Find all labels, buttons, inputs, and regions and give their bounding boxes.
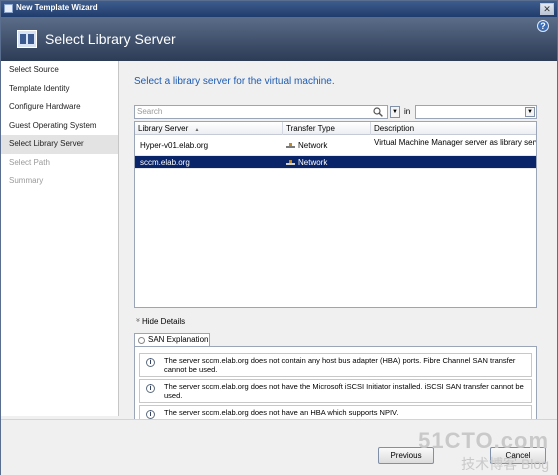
message-text: The server sccm.elab.org does not have t… — [164, 382, 524, 400]
message-text: The server sccm.elab.org does not contai… — [164, 356, 516, 374]
server-name-cell: sccm.elab.org — [140, 158, 190, 167]
sort-ascending-icon: ▲ — [194, 127, 200, 133]
column-header-library-server[interactable]: Library Server ▲ — [135, 122, 283, 135]
search-icon[interactable] — [373, 107, 383, 117]
library-server-icon — [17, 30, 37, 48]
app-icon — [4, 4, 13, 13]
search-options-dropdown[interactable]: ▼ — [390, 106, 400, 118]
sidebar-item-select-source[interactable]: Select Source — [1, 61, 118, 80]
column-header-transfer-type[interactable]: Transfer Type — [283, 122, 371, 135]
page-title: Select Library Server — [45, 31, 176, 47]
search-in-label: in — [404, 107, 411, 116]
info-icon: i — [146, 358, 155, 367]
wizard-steps-sidebar: Select Source Template Identity Configur… — [1, 61, 119, 416]
list-item: i The server sccm.elab.org does not have… — [139, 379, 532, 403]
message-text: The server sccm.elab.org does not have a… — [164, 408, 399, 417]
info-icon — [138, 337, 145, 344]
wizard-footer: Previous Cancel 51CTO.com 技术博客 Blog — [1, 419, 557, 475]
transfer-type-cell: Network — [283, 135, 371, 156]
wizard-header: Select Library Server ? — [1, 17, 557, 61]
search-placeholder: Search — [137, 107, 163, 116]
watermark-tagline: 技术博客 Blog — [461, 456, 549, 472]
collapse-chevron-icon[interactable]: » — [134, 318, 141, 324]
window-title: New Template Wizard — [16, 3, 98, 12]
wizard-window: New Template Wizard ✕ Select Library Ser… — [0, 0, 558, 475]
sidebar-item-configure-hardware[interactable]: Configure Hardware — [1, 98, 118, 117]
column-header-description[interactable]: Description — [371, 122, 536, 135]
info-icon: i — [146, 410, 155, 419]
search-scope-select[interactable]: ▼ — [415, 105, 537, 119]
transfer-type-cell: Network — [283, 156, 371, 169]
network-icon — [286, 143, 295, 149]
sidebar-item-guest-operating-system[interactable]: Guest Operating System — [1, 117, 118, 136]
library-server-table: Library Server ▲ Transfer Type Descripti… — [134, 121, 537, 308]
table-row-selected[interactable]: sccm.elab.org Network — [135, 156, 536, 169]
table-header: Library Server ▲ Transfer Type Descripti… — [135, 122, 536, 135]
table-row[interactable]: Hyper-v01.elab.org Network Virtual Machi… — [135, 135, 536, 156]
network-icon — [286, 160, 295, 166]
close-button[interactable]: ✕ — [540, 3, 554, 15]
help-icon[interactable]: ? — [537, 20, 549, 32]
search-input[interactable]: Search — [134, 105, 388, 119]
sidebar-item-select-path: Select Path — [9, 157, 50, 167]
title-bar[interactable]: New Template Wizard ✕ — [1, 1, 557, 17]
hide-details-toggle[interactable]: Hide Details — [142, 317, 185, 326]
sidebar-item-select-library-server[interactable]: Select Library Server — [1, 135, 118, 154]
sidebar-item-template-identity[interactable]: Template Identity — [1, 80, 118, 99]
chevron-down-icon[interactable]: ▼ — [525, 107, 535, 117]
watermark-logo: 51CTO.com — [418, 428, 549, 453]
page-instruction: Select a library server for the virtual … — [134, 76, 335, 87]
list-item: i The server sccm.elab.org does not cont… — [139, 353, 532, 377]
main-content: Select a library server for the virtual … — [120, 61, 557, 464]
info-icon: i — [146, 384, 155, 393]
description-cell: Virtual Machine Manager server as librar… — [374, 138, 536, 147]
description-cell — [371, 156, 536, 169]
sidebar-item-summary: Summary — [9, 176, 44, 185]
tab-san-explanation[interactable]: SAN Explanation — [134, 333, 210, 346]
server-name-cell: Hyper-v01.elab.org — [140, 141, 209, 150]
